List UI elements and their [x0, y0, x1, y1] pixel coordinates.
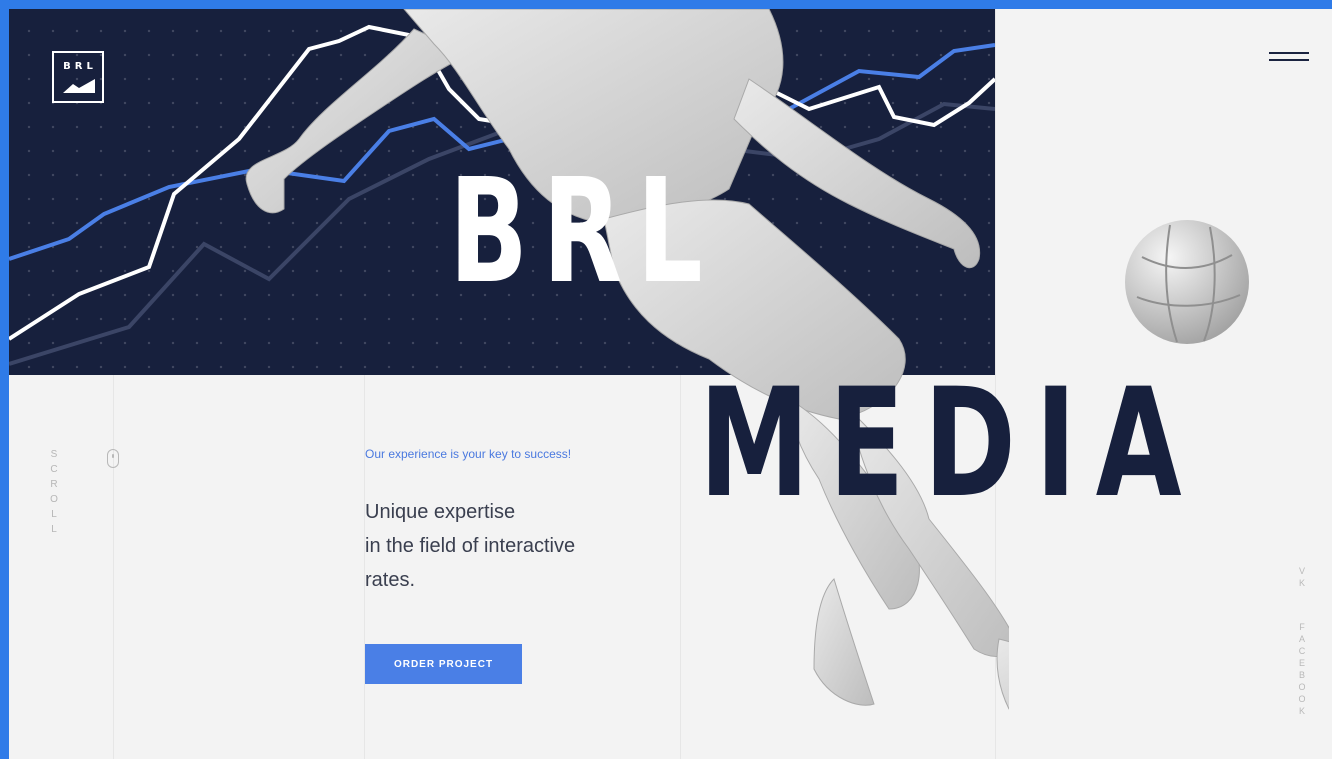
headline: Unique expertise in the field of interac… [365, 495, 685, 597]
hamburger-icon[interactable] [1267, 49, 1311, 65]
facebook-letter: O [1298, 694, 1308, 704]
scroll-label: S C R O L L [49, 447, 61, 537]
social-link-facebook[interactable]: F A C E B O O K [1297, 621, 1309, 717]
grid-line [113, 375, 114, 759]
headline-line: rates. [365, 569, 416, 591]
headline-line: Unique expertise [365, 501, 516, 523]
social-link-vk[interactable]: V K [1297, 565, 1309, 589]
facebook-letter: K [1298, 706, 1307, 716]
facebook-letter: O [1298, 682, 1308, 692]
mouse-icon[interactable] [107, 449, 119, 468]
mountain-icon [63, 79, 95, 93]
landing-page: BRL BRL MEDIA S C R O L L Our experience… [9, 9, 1332, 759]
scroll-letter: C [50, 464, 60, 475]
facebook-letter: F [1299, 622, 1307, 632]
logo-text: BRL [63, 61, 97, 72]
menu-line [1269, 59, 1309, 61]
facebook-letter: E [1298, 658, 1307, 668]
menu-line [1269, 52, 1309, 54]
tagline: Our experience is your key to success! [365, 447, 572, 461]
vk-letter: K [1298, 578, 1307, 588]
scroll-letter: O [50, 494, 60, 505]
facebook-letter: C [1298, 646, 1308, 656]
facebook-letter: B [1298, 670, 1307, 680]
facebook-letter: A [1298, 634, 1307, 644]
scroll-letter: L [51, 524, 59, 535]
scroll-letter: R [50, 479, 60, 490]
order-project-button[interactable]: ORDER PROJECT [365, 644, 522, 684]
vk-letter: V [1298, 566, 1307, 576]
brand-logo[interactable]: BRL [52, 51, 104, 103]
headline-line: in the field of interactive [365, 535, 576, 557]
title-media: MEDIA [699, 357, 1201, 531]
title-brl: BRL [449, 147, 718, 315]
scroll-letter: S [50, 449, 60, 460]
football-ball-image [1125, 220, 1249, 344]
scroll-letter: L [51, 509, 59, 520]
